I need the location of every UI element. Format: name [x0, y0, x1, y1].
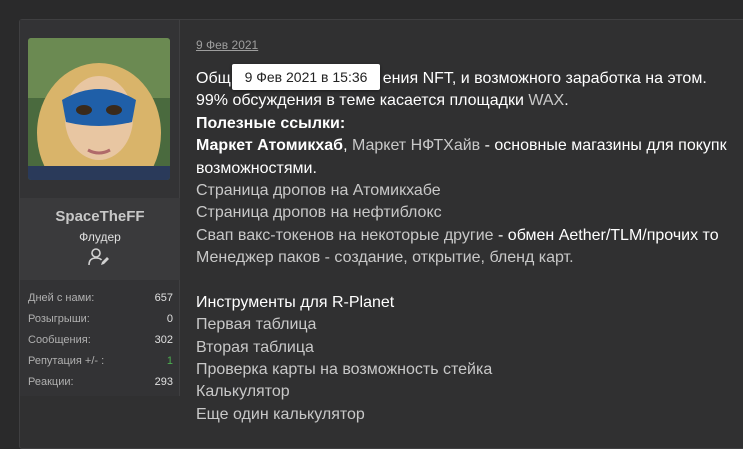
stat-value[interactable]: 1	[167, 351, 173, 372]
wax-link[interactable]: WAX	[528, 92, 564, 109]
date-tooltip: 9 Фев 2021 в 15:36	[232, 64, 380, 90]
post-date-link[interactable]: 9 Фев 2021	[196, 38, 258, 52]
text-line: возможностями.	[196, 159, 317, 177]
username[interactable]: SpaceTheFF	[20, 208, 180, 225]
useful-links-heading: Полезные ссылки:	[196, 114, 346, 132]
text-fragment: 99% обсуждения в теме касается площадки	[196, 92, 529, 110]
stake-check-link[interactable]: Проверка карты на возможность стейка	[196, 359, 743, 381]
user-stats: Дней с нами: 657 Розыгрыши: 0 Сообщения:…	[28, 288, 173, 393]
nfthive-market-link[interactable]: Маркет НФТХайв	[352, 137, 480, 154]
stat-row-messages: Сообщения: 302	[28, 330, 173, 351]
stat-value: 657	[154, 292, 173, 304]
text-fragment: Общ	[196, 70, 231, 87]
stat-label: Розыгрыши:	[28, 313, 90, 325]
user-panel: SpaceTheFF Флудер Дней с нами: 657 Розыг…	[20, 20, 180, 396]
post-body: Общ ения NFT, и возможного заработка на э…	[196, 68, 743, 426]
forum-post: SpaceTheFF Флудер Дней с нами: 657 Розыг…	[19, 19, 743, 449]
atomichub-market-link[interactable]: Маркет Атомикхаб	[196, 137, 343, 154]
rplanet-tools-heading: Инструменты для R-Planet	[196, 293, 395, 311]
stat-value: 0	[166, 313, 173, 325]
text-fragment: .	[564, 92, 569, 110]
first-table-link[interactable]: Первая таблица	[196, 314, 743, 336]
text-fragment: ения NFT, и возможного заработка на этом…	[382, 70, 707, 87]
text-line: Свап вакс-токенов на некоторые другие - …	[196, 225, 743, 247]
another-calculator-link[interactable]: Еще один калькулятор	[196, 404, 743, 426]
stat-label: Сообщения:	[28, 334, 91, 346]
stat-label: Дней с нами:	[28, 292, 95, 304]
text-fragment: ,	[343, 137, 352, 155]
stat-row-reactions: Реакции: 293	[28, 372, 173, 393]
avatar[interactable]	[28, 38, 170, 180]
second-table-link[interactable]: Вторая таблица	[196, 337, 743, 359]
user-title: Флудер	[79, 230, 121, 244]
stat-value[interactable]: 302	[155, 330, 173, 351]
calculator-link[interactable]: Калькулятор	[196, 381, 743, 403]
text-fragment: - обмен Aether/TLM/прочих то	[493, 226, 719, 244]
avatar-image	[28, 38, 170, 180]
user-card: SpaceTheFF Флудер	[20, 198, 180, 280]
stat-label: Репутация +/- :	[28, 355, 105, 367]
stat-row-reputation: Репутация +/- : 1	[28, 351, 173, 372]
stat-value: 293	[154, 376, 173, 388]
pack-manager-link[interactable]: Менеджер паков - создание, открытие, бле…	[196, 247, 743, 269]
wax-swap-link[interactable]: Свап вакс-токенов на некоторые другие	[196, 227, 494, 244]
text-line: Маркет Атомикхаб, Маркет НФТХайв - основ…	[196, 135, 743, 157]
stat-row-giveaways: Розыгрыши: 0	[28, 309, 173, 330]
text-line: 99% обсуждения в теме касается площадки …	[196, 90, 743, 112]
atomichub-drops-link[interactable]: Страница дропов на Атомикхабе	[196, 180, 743, 202]
user-edit-icon	[88, 248, 109, 266]
stat-row-days: Дней с нами: 657	[28, 288, 173, 309]
stat-label: Реакции:	[28, 376, 74, 388]
neftyblocks-drops-link[interactable]: Страница дропов на нефтиблокс	[196, 202, 743, 224]
text-fragment: - основные магазины для покупк	[480, 137, 727, 155]
